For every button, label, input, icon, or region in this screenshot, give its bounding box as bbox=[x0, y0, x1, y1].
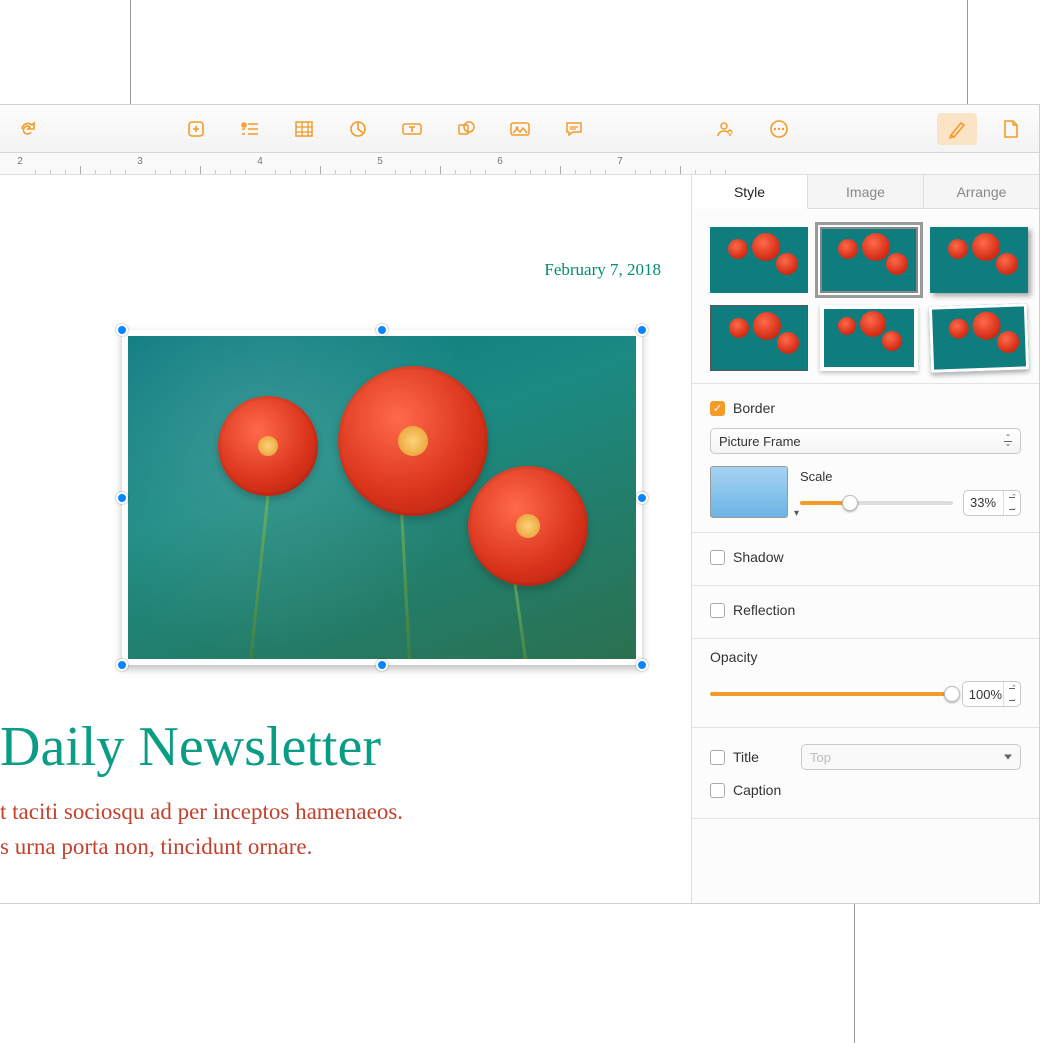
selected-image[interactable] bbox=[122, 330, 642, 665]
shape-button[interactable] bbox=[446, 113, 486, 145]
opacity-label: Opacity bbox=[710, 649, 1021, 665]
media-button[interactable] bbox=[500, 113, 540, 145]
caption-label: Caption bbox=[733, 782, 781, 798]
scale-slider[interactable] bbox=[800, 501, 953, 505]
opacity-value: 100% bbox=[969, 687, 1002, 702]
border-type-select[interactable]: Picture Frame bbox=[710, 428, 1021, 454]
resize-handle[interactable] bbox=[116, 659, 128, 671]
style-preset[interactable] bbox=[930, 227, 1028, 293]
redo-button[interactable] bbox=[8, 113, 48, 145]
toolbar bbox=[0, 105, 1039, 153]
title-label: Title bbox=[733, 749, 793, 765]
opacity-stepper[interactable]: 100% ⌃⌄ bbox=[962, 681, 1021, 707]
body-line: s urna porta non, tincidunt ornare. bbox=[0, 830, 403, 865]
format-sidebar: Style Image Arrange bbox=[691, 175, 1039, 903]
text-box-button[interactable] bbox=[392, 113, 432, 145]
resize-handle[interactable] bbox=[116, 492, 128, 504]
scale-stepper[interactable]: 33% ⌃⌄ bbox=[963, 490, 1021, 516]
opacity-section: Opacity 100% ⌃⌄ bbox=[692, 638, 1039, 727]
border-checkbox[interactable]: ✓ bbox=[710, 401, 725, 416]
reflection-section: Reflection bbox=[692, 585, 1039, 638]
more-button[interactable] bbox=[759, 113, 799, 145]
document-button[interactable] bbox=[991, 113, 1031, 145]
border-type-value: Picture Frame bbox=[719, 434, 801, 449]
style-preset[interactable] bbox=[710, 227, 808, 293]
document-canvas[interactable]: February 7, 2018 bbox=[0, 175, 691, 903]
style-preset[interactable] bbox=[820, 227, 918, 293]
resize-handle[interactable] bbox=[636, 324, 648, 336]
scale-value: 33% bbox=[970, 495, 996, 510]
comment-button[interactable] bbox=[554, 113, 594, 145]
tab-image[interactable]: Image bbox=[808, 175, 924, 208]
resize-handle[interactable] bbox=[636, 659, 648, 671]
frame-swatch[interactable] bbox=[710, 466, 788, 518]
ruler[interactable]: 234567 bbox=[0, 153, 1039, 175]
insert-button[interactable] bbox=[230, 113, 270, 145]
style-preset[interactable] bbox=[820, 305, 918, 371]
sidebar-tabs: Style Image Arrange bbox=[692, 175, 1039, 209]
shadow-label: Shadow bbox=[733, 549, 784, 565]
opacity-slider[interactable] bbox=[710, 692, 952, 696]
style-presets bbox=[692, 209, 1039, 383]
border-label: Border bbox=[733, 400, 775, 416]
tab-arrange[interactable]: Arrange bbox=[924, 175, 1039, 208]
border-section: ✓ Border Picture Frame Scale bbox=[692, 383, 1039, 532]
shadow-checkbox[interactable] bbox=[710, 550, 725, 565]
resize-handle[interactable] bbox=[376, 659, 388, 671]
document-body[interactable]: t taciti sociosqu ad per inceptos hamena… bbox=[0, 795, 403, 864]
resize-handle[interactable] bbox=[636, 492, 648, 504]
title-position-value: Top bbox=[810, 750, 831, 765]
title-caption-section: Title Top Caption bbox=[692, 727, 1039, 818]
callout-line bbox=[967, 0, 968, 110]
tab-style[interactable]: Style bbox=[692, 175, 808, 209]
resize-handle[interactable] bbox=[376, 324, 388, 336]
image-frame bbox=[122, 330, 642, 665]
body-line: t taciti sociosqu ad per inceptos hamena… bbox=[0, 795, 403, 830]
style-preset[interactable] bbox=[710, 305, 808, 371]
scale-label: Scale bbox=[800, 469, 1021, 484]
resize-handle[interactable] bbox=[116, 324, 128, 336]
table-button[interactable] bbox=[284, 113, 324, 145]
format-button[interactable] bbox=[937, 113, 977, 145]
document-date[interactable]: February 7, 2018 bbox=[544, 260, 661, 280]
collaborate-button[interactable] bbox=[705, 113, 745, 145]
chart-button[interactable] bbox=[338, 113, 378, 145]
title-checkbox[interactable] bbox=[710, 750, 725, 765]
reflection-label: Reflection bbox=[733, 602, 795, 618]
style-preset[interactable] bbox=[929, 303, 1029, 372]
shadow-section: Shadow bbox=[692, 532, 1039, 585]
add-page-button[interactable] bbox=[176, 113, 216, 145]
caption-checkbox[interactable] bbox=[710, 783, 725, 798]
document-title[interactable]: Daily Newsletter bbox=[0, 715, 381, 779]
app-window: 234567 February 7, 2018 bbox=[0, 104, 1040, 904]
reflection-checkbox[interactable] bbox=[710, 603, 725, 618]
title-position-select[interactable]: Top bbox=[801, 744, 1021, 770]
